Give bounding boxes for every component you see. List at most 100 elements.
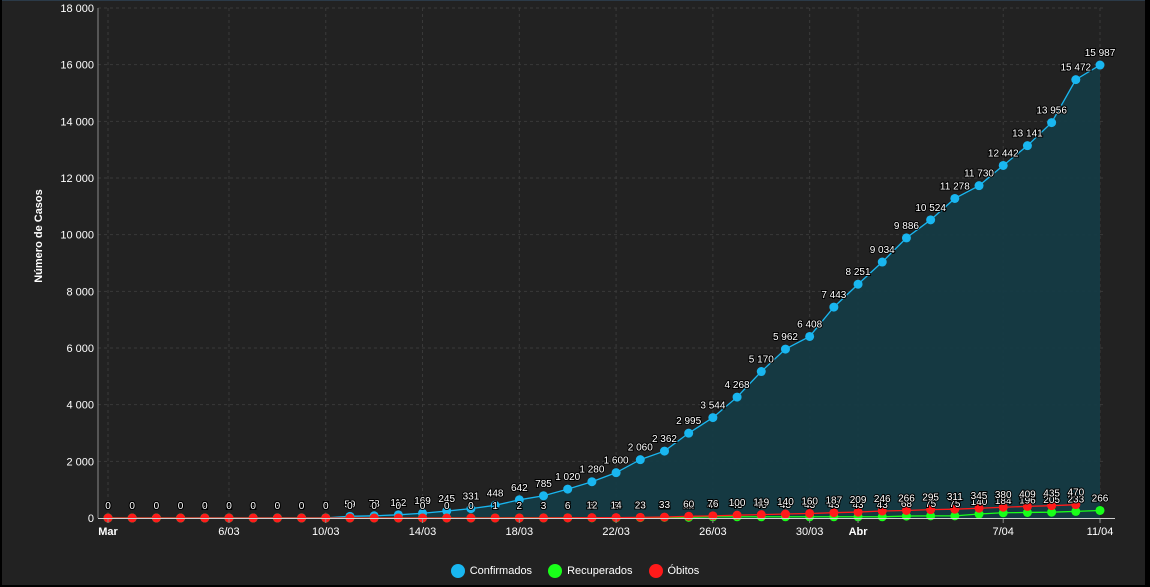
x-tick-label: 7/04 — [993, 526, 1014, 538]
obitos-data-label: 0 — [226, 501, 232, 512]
confirmados-point — [998, 160, 1008, 170]
confirmados-point — [805, 331, 815, 341]
obitos-point — [490, 513, 500, 523]
y-tick-label: 0 — [88, 513, 94, 525]
obitos-data-label: 246 — [874, 494, 891, 505]
x-tick-label: 6/03 — [218, 526, 239, 538]
confirmados-data-label: 9 886 — [894, 221, 919, 232]
confirmados-point — [853, 279, 863, 289]
confirmados-data-label: 15 472 — [1061, 63, 1092, 74]
y-tick-label: 4 000 — [66, 400, 94, 412]
y-tick-label: 18 000 — [60, 3, 94, 15]
confirmados-data-label: 2 995 — [676, 416, 701, 427]
confirmados-data-label: 11 730 — [964, 169, 994, 180]
legend-item-obitos[interactable]: Óbitos — [648, 564, 700, 578]
legend-label-confirmados: Confirmados — [469, 565, 533, 577]
chart-frame: 0 0 0 0 2 2 2 3 4 5 59 78 112 169 245 331 448 642 785 1 020… — [0, 0, 1150, 587]
confirmados-point — [659, 446, 669, 456]
confirmados-data-label: 5 962 — [773, 332, 798, 343]
confirmados-dot-icon — [450, 564, 465, 578]
confirmados-data-label: 8 251 — [846, 267, 871, 278]
obitos-data-label: 0 — [154, 501, 160, 512]
obitos-point — [684, 511, 694, 521]
obitos-data-label: 435 — [1043, 489, 1060, 500]
confirmados-point — [950, 193, 960, 203]
obitos-data-label: 0 — [468, 501, 474, 512]
confirmados-data-label: 2 362 — [652, 434, 677, 445]
confirmados-data-label: 3 544 — [700, 401, 725, 412]
y-axis-title: Número de Casos — [33, 189, 45, 283]
confirmados-point — [1071, 75, 1081, 85]
confirmados-point — [974, 181, 984, 191]
obitos-data-label: 295 — [922, 493, 939, 504]
confirmados-point — [1047, 118, 1057, 128]
recuperados-dot-icon — [548, 564, 563, 578]
obitos-data-label: 14 — [611, 501, 623, 512]
confirmados-data-label: 5 170 — [749, 355, 774, 366]
obitos-data-label: 0 — [250, 501, 256, 512]
obitos-data-label: 33 — [659, 500, 671, 511]
confirmados-data-label: 11 278 — [940, 181, 970, 192]
obitos-data-label: 0 — [371, 501, 377, 512]
obitos-data-label: 0 — [347, 501, 353, 512]
obitos-data-label: 0 — [420, 501, 426, 512]
obitos-data-label: 140 — [777, 497, 794, 508]
confirmados-point — [684, 428, 694, 438]
legend-item-recuperados[interactable]: Recuperados — [548, 564, 633, 578]
confirmados-point — [1022, 141, 1032, 151]
obitos-data-label: 0 — [202, 501, 208, 512]
obitos-data-label: 0 — [275, 501, 281, 512]
obitos-data-label: 0 — [129, 501, 135, 512]
legend-label-obitos: Óbitos — [667, 565, 700, 577]
y-tick-label: 10 000 — [60, 230, 94, 242]
confirmados-data-label: 12 442 — [988, 148, 1019, 159]
obitos-point — [659, 512, 669, 522]
confirmados-data-label: 642 — [511, 483, 528, 494]
obitos-data-label: 0 — [444, 501, 450, 512]
recuperados-data-label: 266 — [1092, 493, 1109, 504]
obitos-data-label: 160 — [801, 496, 818, 507]
confirmados-data-label: 4 268 — [725, 380, 750, 391]
obitos-data-label: 409 — [1019, 489, 1036, 500]
confirmados-data-label: 2 060 — [628, 443, 653, 454]
obitos-data-label: 266 — [898, 493, 915, 504]
obitos-data-label: 12 — [586, 501, 598, 512]
obitos-data-label: 0 — [323, 501, 329, 512]
obitos-data-label: 0 — [178, 501, 184, 512]
y-tick-label: 14 000 — [60, 116, 94, 128]
obitos-data-label: 311 — [947, 492, 963, 503]
confirmados-point — [708, 413, 718, 423]
obitos-data-label: 345 — [971, 491, 988, 502]
confirmados-point — [1095, 60, 1105, 70]
obitos-data-label: 470 — [1067, 488, 1084, 499]
obitos-point — [780, 509, 790, 519]
legend-label-recuperados: Recuperados — [567, 565, 633, 577]
obitos-point — [756, 510, 766, 520]
obitos-point — [587, 513, 597, 523]
confirmados-point — [635, 455, 645, 465]
obitos-data-label: 187 — [826, 496, 843, 507]
y-tick-label: 8 000 — [66, 286, 94, 298]
obitos-data-label: 0 — [396, 501, 402, 512]
legend: Confirmados Recuperados Óbitos — [0, 561, 1150, 581]
obitos-point — [539, 513, 549, 523]
x-tick-label: 26/03 — [699, 526, 727, 538]
obitos-point — [635, 512, 645, 522]
x-tick-label: 11/04 — [1087, 526, 1114, 538]
legend-item-confirmados[interactable]: Confirmados — [450, 564, 533, 578]
obitos-point — [563, 513, 573, 523]
confirmados-data-label: 1 280 — [579, 465, 604, 476]
x-tick-label: 14/03 — [409, 526, 437, 538]
confirmados-data-label: 6 408 — [797, 319, 822, 330]
obitos-data-label: 0 — [105, 501, 111, 512]
confirmados-point — [732, 392, 742, 402]
obitos-data-label: 1 — [492, 501, 498, 512]
x-tick-label: Abr — [849, 526, 869, 538]
recuperados-point — [1095, 505, 1105, 515]
confirmados-point — [563, 484, 573, 494]
confirmados-data-label: 1 020 — [555, 472, 580, 483]
confirmados-data-label: 13 141 — [1012, 129, 1043, 140]
confirmados-point — [829, 302, 839, 312]
obitos-data-label: 3 — [541, 501, 547, 512]
obitos-data-label: 209 — [850, 495, 867, 506]
